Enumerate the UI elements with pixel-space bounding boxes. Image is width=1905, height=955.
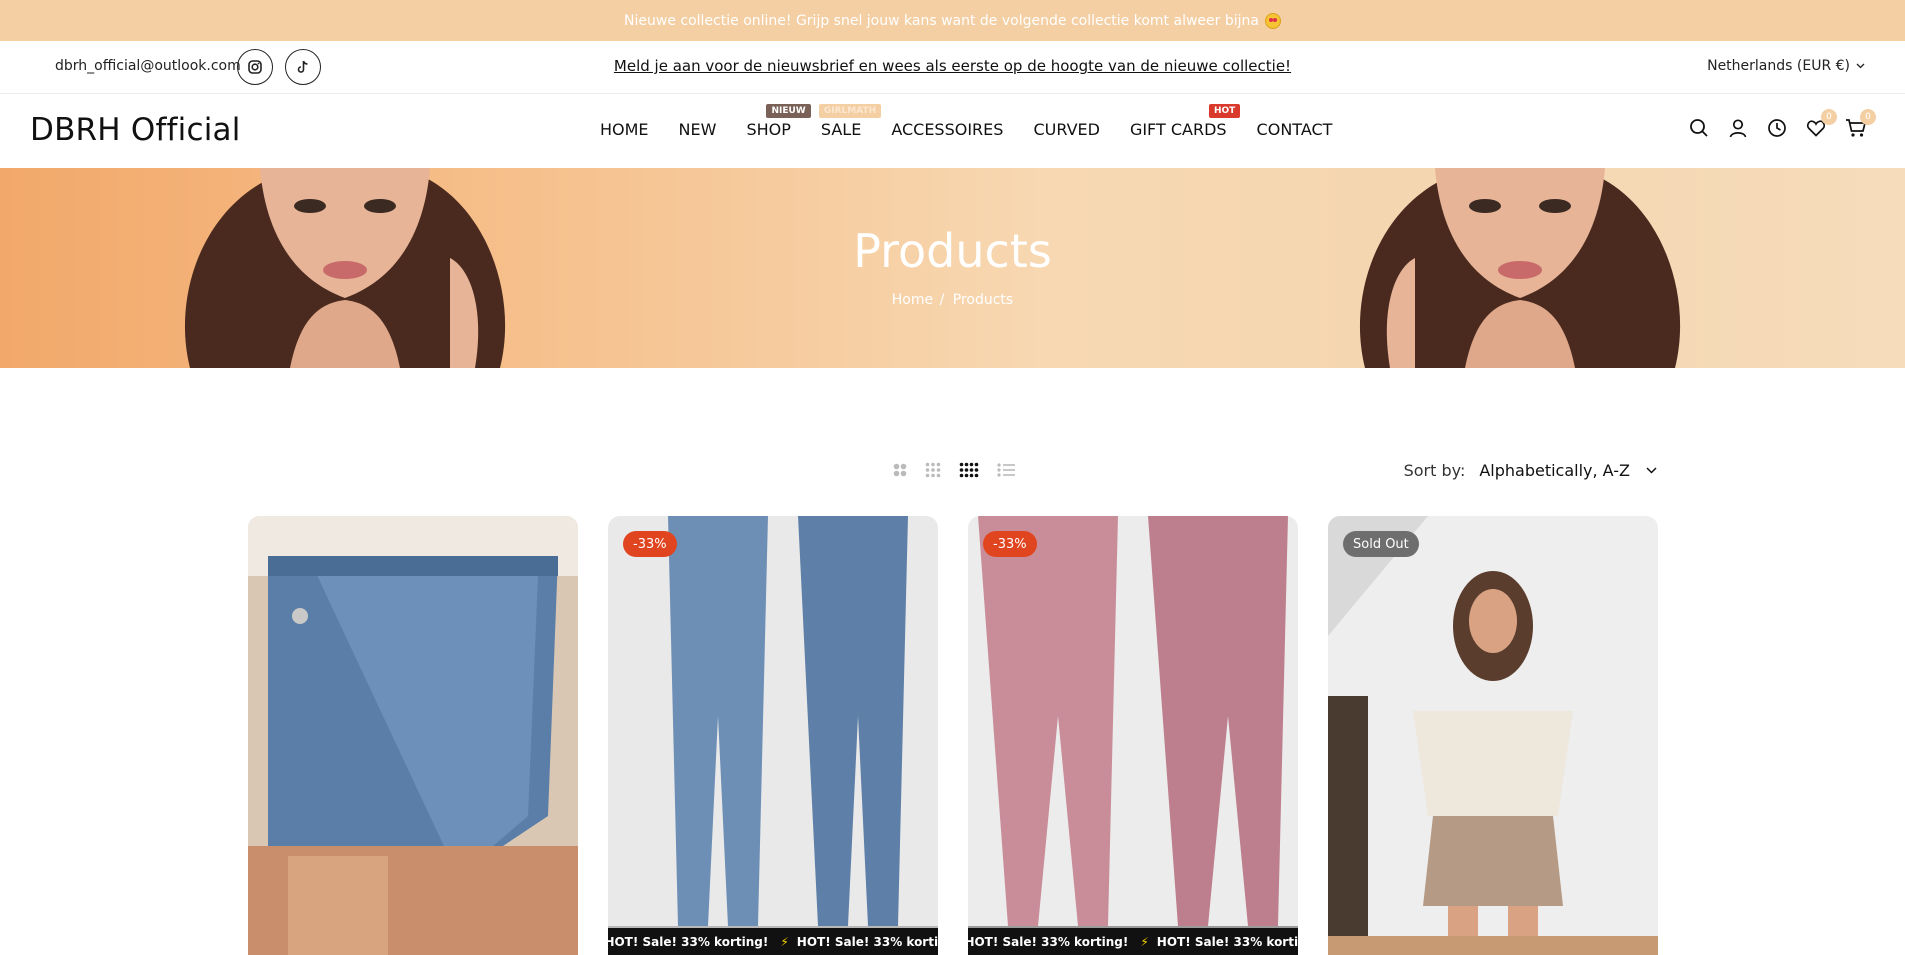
account-icon[interactable] (1728, 118, 1748, 138)
nav-sale[interactable]: GIRLMATH SALE (818, 104, 882, 139)
contact-email[interactable]: dbrh_official@outlook.com (55, 58, 241, 74)
product-card[interactable]: Sold Out (1328, 516, 1658, 955)
product-card[interactable]: -33% ⚡HOT! Sale! 33% korting! ⚡HOT! Sale… (968, 516, 1298, 955)
instagram-icon[interactable] (237, 49, 273, 85)
collection-hero: Products Home / Products (0, 168, 1905, 368)
product-image-pink-pants[interactable] (968, 516, 1298, 955)
nav-home-label: HOME (600, 120, 649, 139)
ticker-text: HOT! Sale! 33% korting! (608, 934, 769, 949)
hot-badge: HOT (1208, 104, 1241, 118)
product-image-sequin-skirt[interactable] (1328, 516, 1658, 955)
collection-toolbar: Sort by: Alphabetically, A-Z (0, 456, 1905, 486)
product-card[interactable] (248, 516, 578, 955)
nav-gift-cards-label: GIFT CARDS (1129, 120, 1227, 139)
sort-select[interactable]: Alphabetically, A-Z (1479, 461, 1657, 480)
grid-3-view-icon[interactable] (925, 462, 941, 478)
grid-4-view-icon[interactable] (959, 462, 979, 478)
sort-value: Alphabetically, A-Z (1479, 461, 1630, 480)
star-eyes-emoji-icon (1264, 12, 1281, 29)
lightning-icon: ⚡ (1140, 934, 1149, 949)
view-switcher (893, 462, 1015, 478)
ticker-text: HOT! Sale! 33% korting! (1156, 934, 1298, 949)
nieuw-badge: NIEUW (766, 104, 811, 118)
grid-2-view-icon[interactable] (893, 463, 907, 477)
country-selector[interactable]: Netherlands (EUR €) (1707, 58, 1865, 74)
nav-new-label: NEW (678, 120, 717, 139)
breadcrumb-separator: / (939, 292, 945, 308)
newsletter-link[interactable]: Meld je aan voor de nieuwsbrief en wees … (614, 57, 1291, 75)
site-logo[interactable]: DBRH Official (30, 112, 241, 148)
product-card[interactable]: -33% ⚡HOT! Sale! 33% korting! ⚡HOT! Sale… (608, 516, 938, 955)
search-icon[interactable] (1689, 118, 1709, 138)
chevron-down-icon (1856, 63, 1865, 69)
main-nav: HOME NEW NIEUW SHOP GIRLMATH SALE ACCESS… (600, 104, 1333, 139)
country-label: Netherlands (EUR €) (1707, 58, 1850, 74)
discount-badge: -33% (983, 531, 1037, 557)
announcement-text: Nieuwe collectie online! Grijp snel jouw… (624, 12, 1259, 29)
girlmath-badge: GIRLMATH (818, 104, 882, 118)
ticker-text: HOT! Sale! 33% korting! (968, 934, 1129, 949)
breadcrumb-home[interactable]: Home (892, 292, 933, 308)
tiktok-icon[interactable] (285, 49, 321, 85)
list-view-icon[interactable] (997, 463, 1015, 477)
nav-curved[interactable]: CURVED (1033, 120, 1100, 139)
wishlist-count: 0 (1821, 109, 1837, 125)
recently-viewed-icon[interactable] (1767, 118, 1787, 138)
nav-contact-label: CONTACT (1256, 120, 1333, 139)
nav-contact[interactable]: CONTACT (1257, 120, 1333, 139)
promo-ticker: ⚡HOT! Sale! 33% korting! ⚡HOT! Sale! 33%… (968, 928, 1298, 955)
product-image-blue-pants[interactable] (608, 516, 938, 955)
header-actions: 0 0 (1689, 109, 1876, 138)
nav-curved-label: CURVED (1033, 120, 1100, 139)
main-header: DBRH Official HOME NEW NIEUW SHOP GIRLMA… (0, 94, 1905, 168)
top-bar: dbrh_official@outlook.com Meld je aan vo… (0, 41, 1905, 94)
nav-shop-label: SHOP (746, 120, 791, 139)
page-title: Products (853, 224, 1052, 278)
product-image-denim-skort[interactable] (248, 516, 578, 955)
nav-new[interactable]: NEW (679, 120, 717, 139)
wishlist-icon[interactable]: 0 (1806, 109, 1837, 138)
ticker-text: HOT! Sale! 33% korting! (796, 934, 938, 949)
cart-count: 0 (1860, 109, 1876, 125)
promo-ticker: ⚡HOT! Sale! 33% korting! ⚡HOT! Sale! 33%… (608, 928, 938, 955)
nav-accessoires-label: ACCESSOIRES (891, 120, 1004, 139)
nav-home[interactable]: HOME (600, 120, 649, 139)
lightning-icon: ⚡ (780, 934, 789, 949)
nav-sale-label: SALE (820, 120, 862, 139)
discount-badge: -33% (623, 531, 677, 557)
nav-shop[interactable]: NIEUW SHOP (746, 104, 811, 139)
breadcrumb: Home / Products (0, 292, 1905, 308)
announcement-bar: Nieuwe collectie online! Grijp snel jouw… (0, 0, 1905, 41)
chevron-down-icon (1646, 467, 1657, 474)
nav-gift-cards[interactable]: HOT GIFT CARDS (1129, 104, 1241, 139)
sold-out-badge: Sold Out (1343, 531, 1419, 557)
sort-control[interactable]: Sort by: Alphabetically, A-Z (1404, 461, 1657, 480)
cart-icon[interactable]: 0 (1845, 109, 1876, 138)
nav-accessoires[interactable]: ACCESSOIRES (891, 120, 1003, 139)
breadcrumb-current: Products (952, 292, 1014, 308)
sort-label: Sort by: (1403, 461, 1466, 480)
